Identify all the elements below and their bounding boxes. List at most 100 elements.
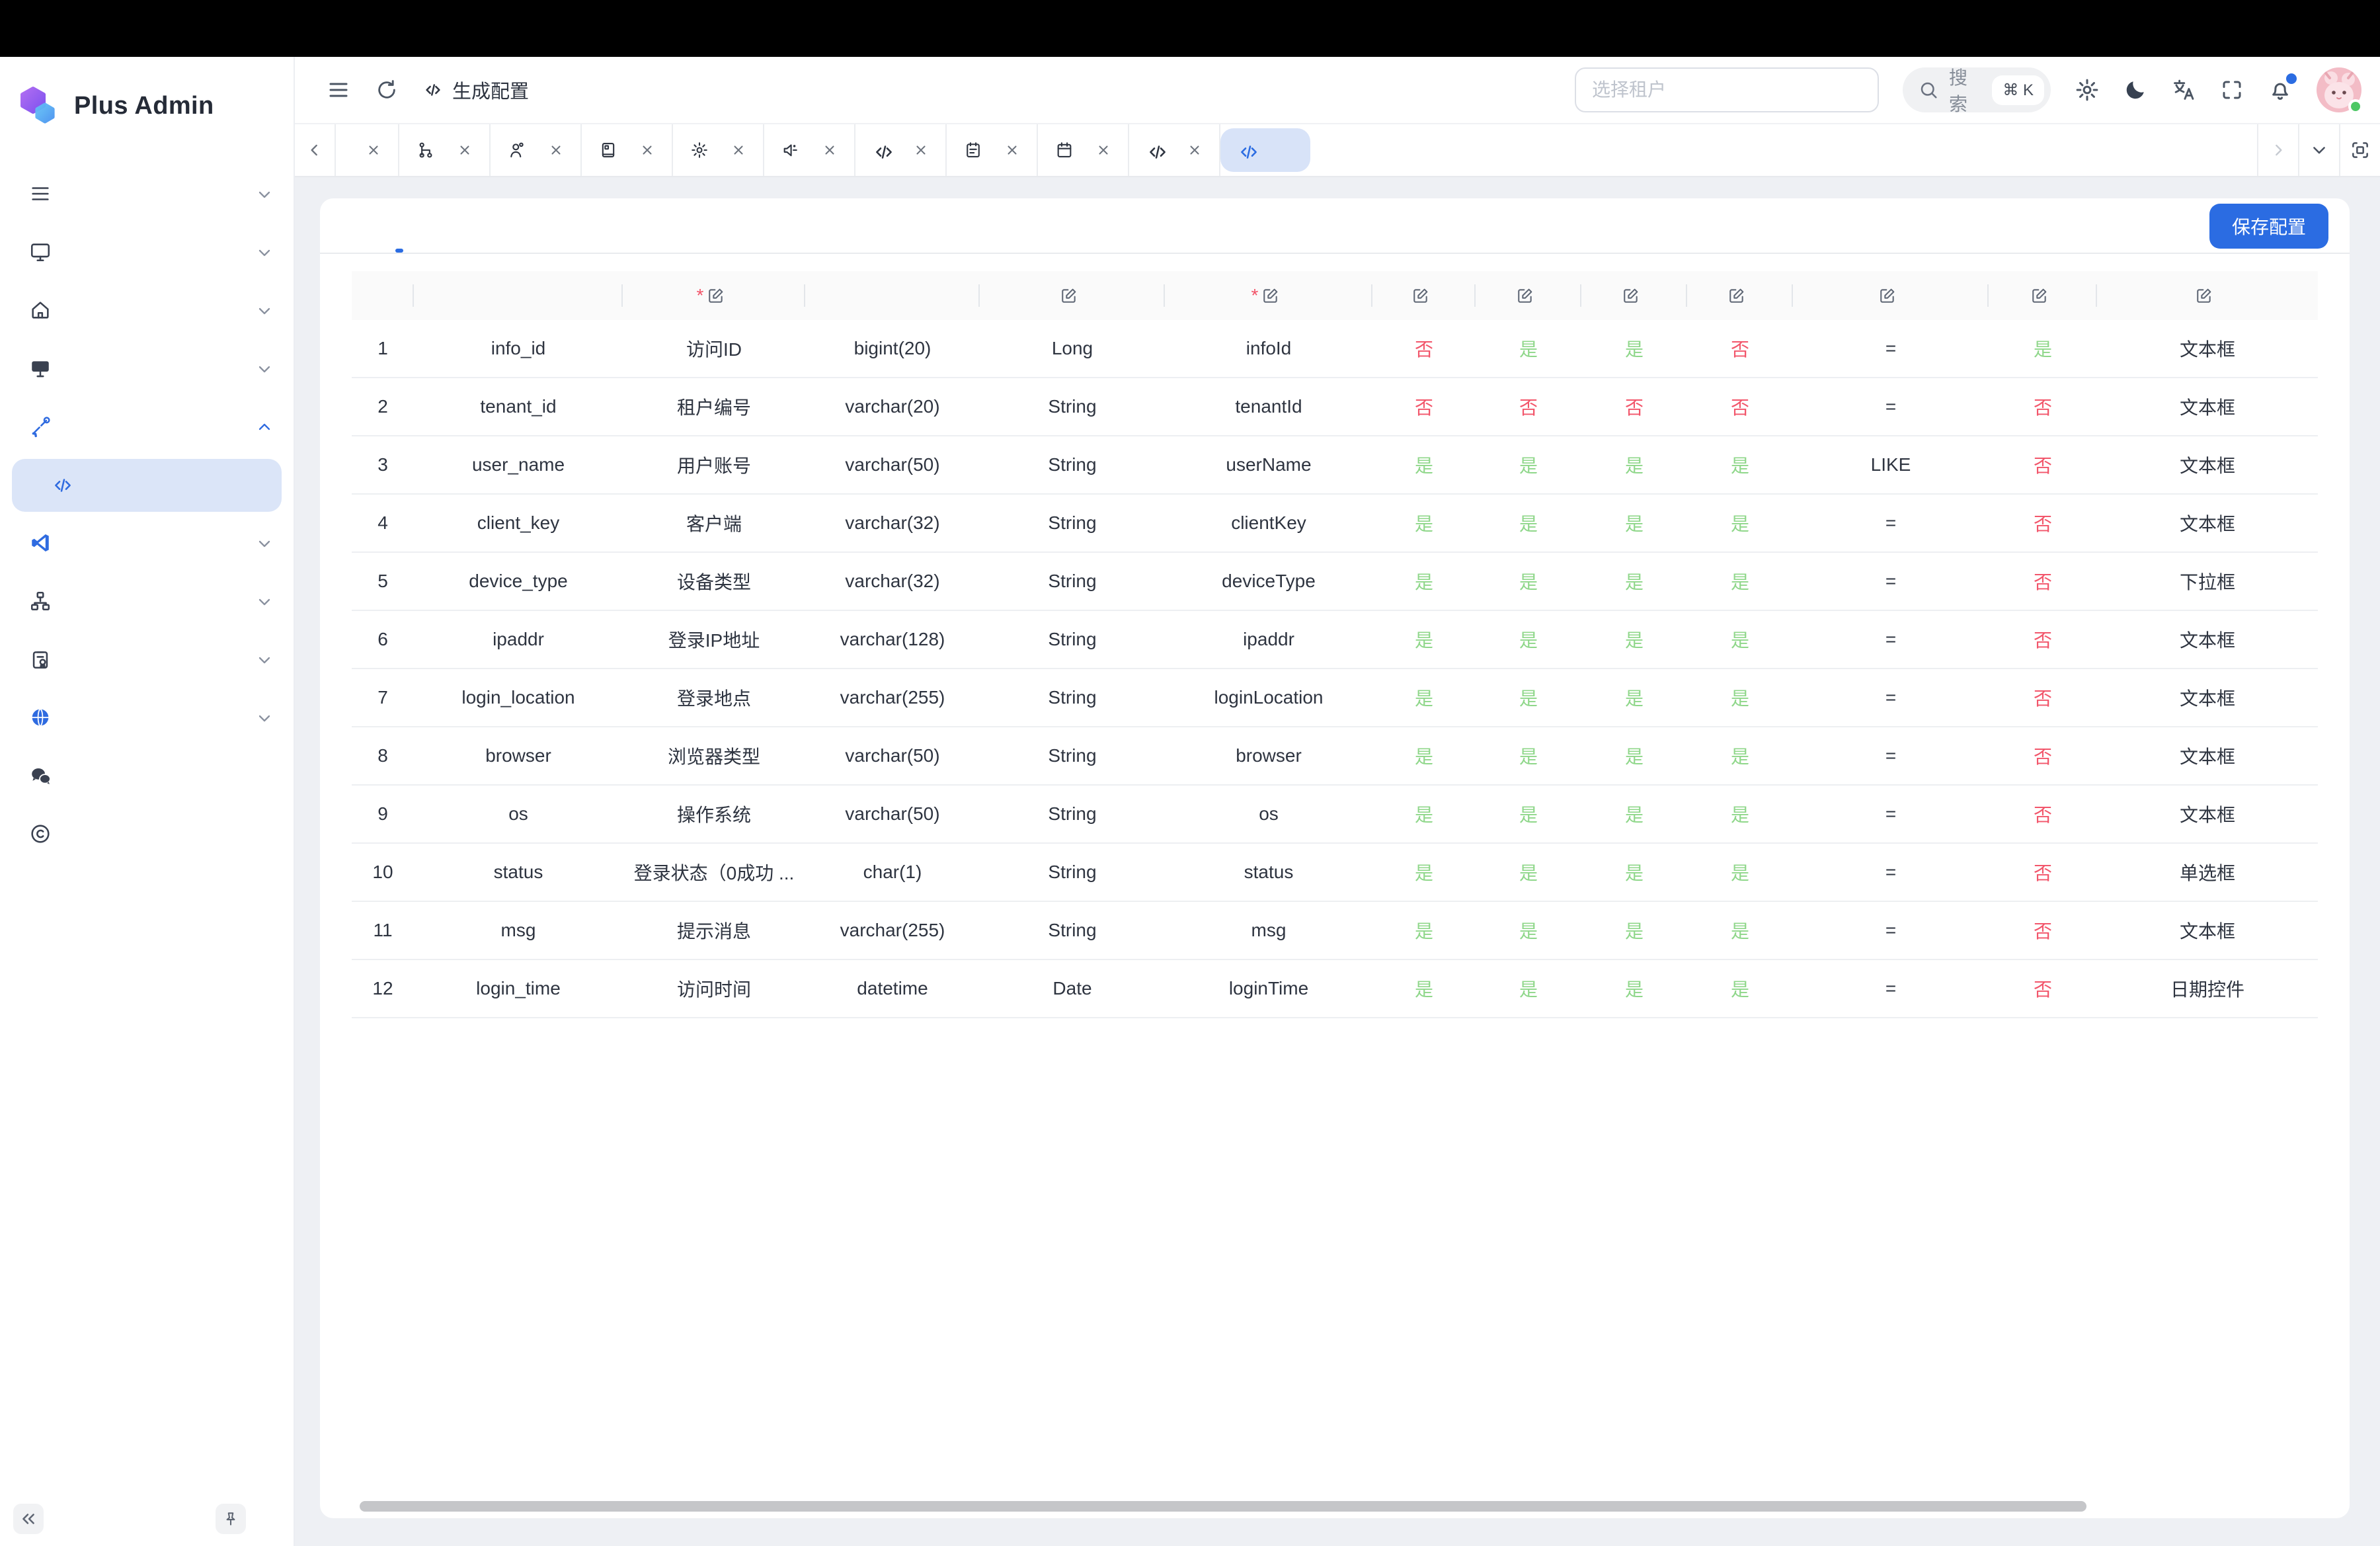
cell-插入[interactable]: 否 — [1372, 378, 1476, 435]
cell-编辑[interactable]: 是 — [1476, 669, 1581, 726]
save-config-button[interactable]: 保存配置 — [2209, 204, 2328, 249]
tabs-scroll-left-button[interactable] — [295, 124, 336, 176]
cell-Java属性名[interactable]: loginLocation — [1165, 669, 1372, 726]
cell-插入[interactable]: 是 — [1372, 902, 1476, 959]
cell-必填[interactable]: 否 — [1989, 902, 2097, 959]
cell-查询[interactable]: 是 — [1687, 611, 1793, 668]
cell-查询方式[interactable]: = — [1793, 960, 1989, 1017]
cell-Java类型[interactable]: String — [980, 495, 1165, 551]
cell-查询方式[interactable]: = — [1793, 786, 1989, 842]
page-tab-1[interactable] — [399, 124, 491, 176]
cell-字段描述[interactable]: 操作系统 — [623, 786, 805, 842]
cell-显示类型[interactable]: 文本框 — [2097, 495, 2318, 551]
tab-close-icon[interactable] — [549, 143, 563, 157]
cell-查询方式[interactable]: = — [1793, 378, 1989, 435]
cell-插入[interactable]: 是 — [1372, 495, 1476, 551]
cell-显示类型[interactable]: 文本框 — [2097, 669, 2318, 726]
cell-查询方式[interactable]: = — [1793, 553, 1989, 610]
tab-close-icon[interactable] — [457, 143, 472, 157]
user-avatar[interactable] — [2317, 67, 2361, 112]
cell-字段描述[interactable]: 登录IP地址 — [623, 611, 805, 668]
tab-close-icon[interactable] — [914, 143, 928, 157]
tab-close-icon[interactable] — [1005, 143, 1019, 157]
cell-必填[interactable]: 否 — [1989, 669, 2097, 726]
cell-必填[interactable]: 否 — [1989, 727, 2097, 784]
cell-Java类型[interactable]: Date — [980, 960, 1165, 1017]
cell-字段描述[interactable]: 设备类型 — [623, 553, 805, 610]
cell-Java类型[interactable]: String — [980, 727, 1165, 784]
sidebar-item-globe[interactable] — [0, 689, 294, 747]
cell-显示类型[interactable]: 文本框 — [2097, 902, 2318, 959]
page-tab-6[interactable] — [855, 124, 947, 176]
cell-字段描述[interactable]: 租户编号 — [623, 378, 805, 435]
cell-Java类型[interactable]: Long — [980, 320, 1165, 377]
cell-字段描述[interactable]: 浏览器类型 — [623, 727, 805, 784]
cell-Java属性名[interactable]: loginTime — [1165, 960, 1372, 1017]
cell-查询[interactable]: 是 — [1687, 495, 1793, 551]
page-tab-9[interactable] — [1129, 124, 1220, 176]
tenant-select[interactable] — [1575, 67, 1879, 112]
cell-插入[interactable]: 是 — [1372, 553, 1476, 610]
horizontal-scrollbar-thumb[interactable] — [360, 1501, 2086, 1512]
cell-列表[interactable]: 是 — [1581, 960, 1687, 1017]
cell-显示类型[interactable]: 日期控件 — [2097, 960, 2318, 1017]
cell-Java类型[interactable]: String — [980, 611, 1165, 668]
cell-编辑[interactable]: 是 — [1476, 786, 1581, 842]
cell-Java属性名[interactable]: tenantId — [1165, 378, 1372, 435]
cell-编辑[interactable]: 是 — [1476, 436, 1581, 493]
cell-Java属性名[interactable]: clientKey — [1165, 495, 1372, 551]
cell-字段描述[interactable]: 访问ID — [623, 320, 805, 377]
cell-查询方式[interactable]: = — [1793, 495, 1989, 551]
cell-列表[interactable]: 是 — [1581, 495, 1687, 551]
page-tab-8[interactable] — [1038, 124, 1129, 176]
tab-close-icon[interactable] — [731, 143, 746, 157]
cell-必填[interactable]: 否 — [1989, 495, 2097, 551]
cell-查询方式[interactable]: = — [1793, 844, 1989, 901]
cell-显示类型[interactable]: 单选框 — [2097, 844, 2318, 901]
sidebar-item-flow[interactable] — [0, 514, 294, 573]
cell-列表[interactable]: 是 — [1581, 669, 1687, 726]
cell-插入[interactable]: 否 — [1372, 320, 1476, 377]
cell-Java类型[interactable]: String — [980, 378, 1165, 435]
cell-Java属性名[interactable]: infoId — [1165, 320, 1372, 377]
page-tab-2[interactable] — [491, 124, 582, 176]
cell-必填[interactable]: 是 — [1989, 320, 2097, 377]
cell-查询方式[interactable]: = — [1793, 320, 1989, 377]
language-switch-button[interactable] — [2171, 77, 2196, 102]
cell-Java类型[interactable]: String — [980, 902, 1165, 959]
cell-列表[interactable]: 是 — [1581, 902, 1687, 959]
cell-编辑[interactable]: 否 — [1476, 378, 1581, 435]
cell-查询[interactable]: 否 — [1687, 320, 1793, 377]
cell-显示类型[interactable]: 文本框 — [2097, 436, 2318, 493]
cell-编辑[interactable]: 是 — [1476, 553, 1581, 610]
cell-Java类型[interactable]: String — [980, 786, 1165, 842]
refresh-button[interactable] — [376, 79, 398, 101]
cell-查询方式[interactable]: = — [1793, 902, 1989, 959]
tab-close-icon[interactable] — [640, 143, 654, 157]
page-tab-3[interactable] — [582, 124, 673, 176]
page-tab-active[interactable] — [1220, 128, 1310, 172]
dark-mode-toggle[interactable] — [2123, 78, 2147, 102]
sidebar-item-home[interactable] — [0, 282, 294, 340]
cell-必填[interactable]: 否 — [1989, 378, 2097, 435]
tabs-scroll-right-button[interactable] — [2257, 124, 2298, 176]
cell-Java类型[interactable]: String — [980, 844, 1165, 901]
cell-显示类型[interactable]: 文本框 — [2097, 320, 2318, 377]
notifications-button[interactable] — [2268, 77, 2293, 102]
cell-编辑[interactable]: 是 — [1476, 611, 1581, 668]
cell-显示类型[interactable]: 文本框 — [2097, 727, 2318, 784]
global-search[interactable]: 搜索 ⌘ K — [1903, 67, 2051, 112]
cell-查询[interactable]: 是 — [1687, 786, 1793, 842]
cell-插入[interactable]: 是 — [1372, 727, 1476, 784]
page-tab-4[interactable] — [673, 124, 764, 176]
cell-编辑[interactable]: 是 — [1476, 960, 1581, 1017]
cell-列表[interactable]: 是 — [1581, 320, 1687, 377]
sidebar-item-workflow[interactable] — [0, 573, 294, 631]
tabs-dropdown-button[interactable] — [2298, 124, 2339, 176]
cell-列表[interactable]: 是 — [1581, 727, 1687, 784]
sidebar-item-screen[interactable] — [0, 340, 294, 398]
sidebar-item-overview[interactable] — [0, 165, 294, 224]
cell-查询方式[interactable]: LIKE — [1793, 436, 1989, 493]
cell-Java属性名[interactable]: userName — [1165, 436, 1372, 493]
cell-编辑[interactable]: 是 — [1476, 320, 1581, 377]
